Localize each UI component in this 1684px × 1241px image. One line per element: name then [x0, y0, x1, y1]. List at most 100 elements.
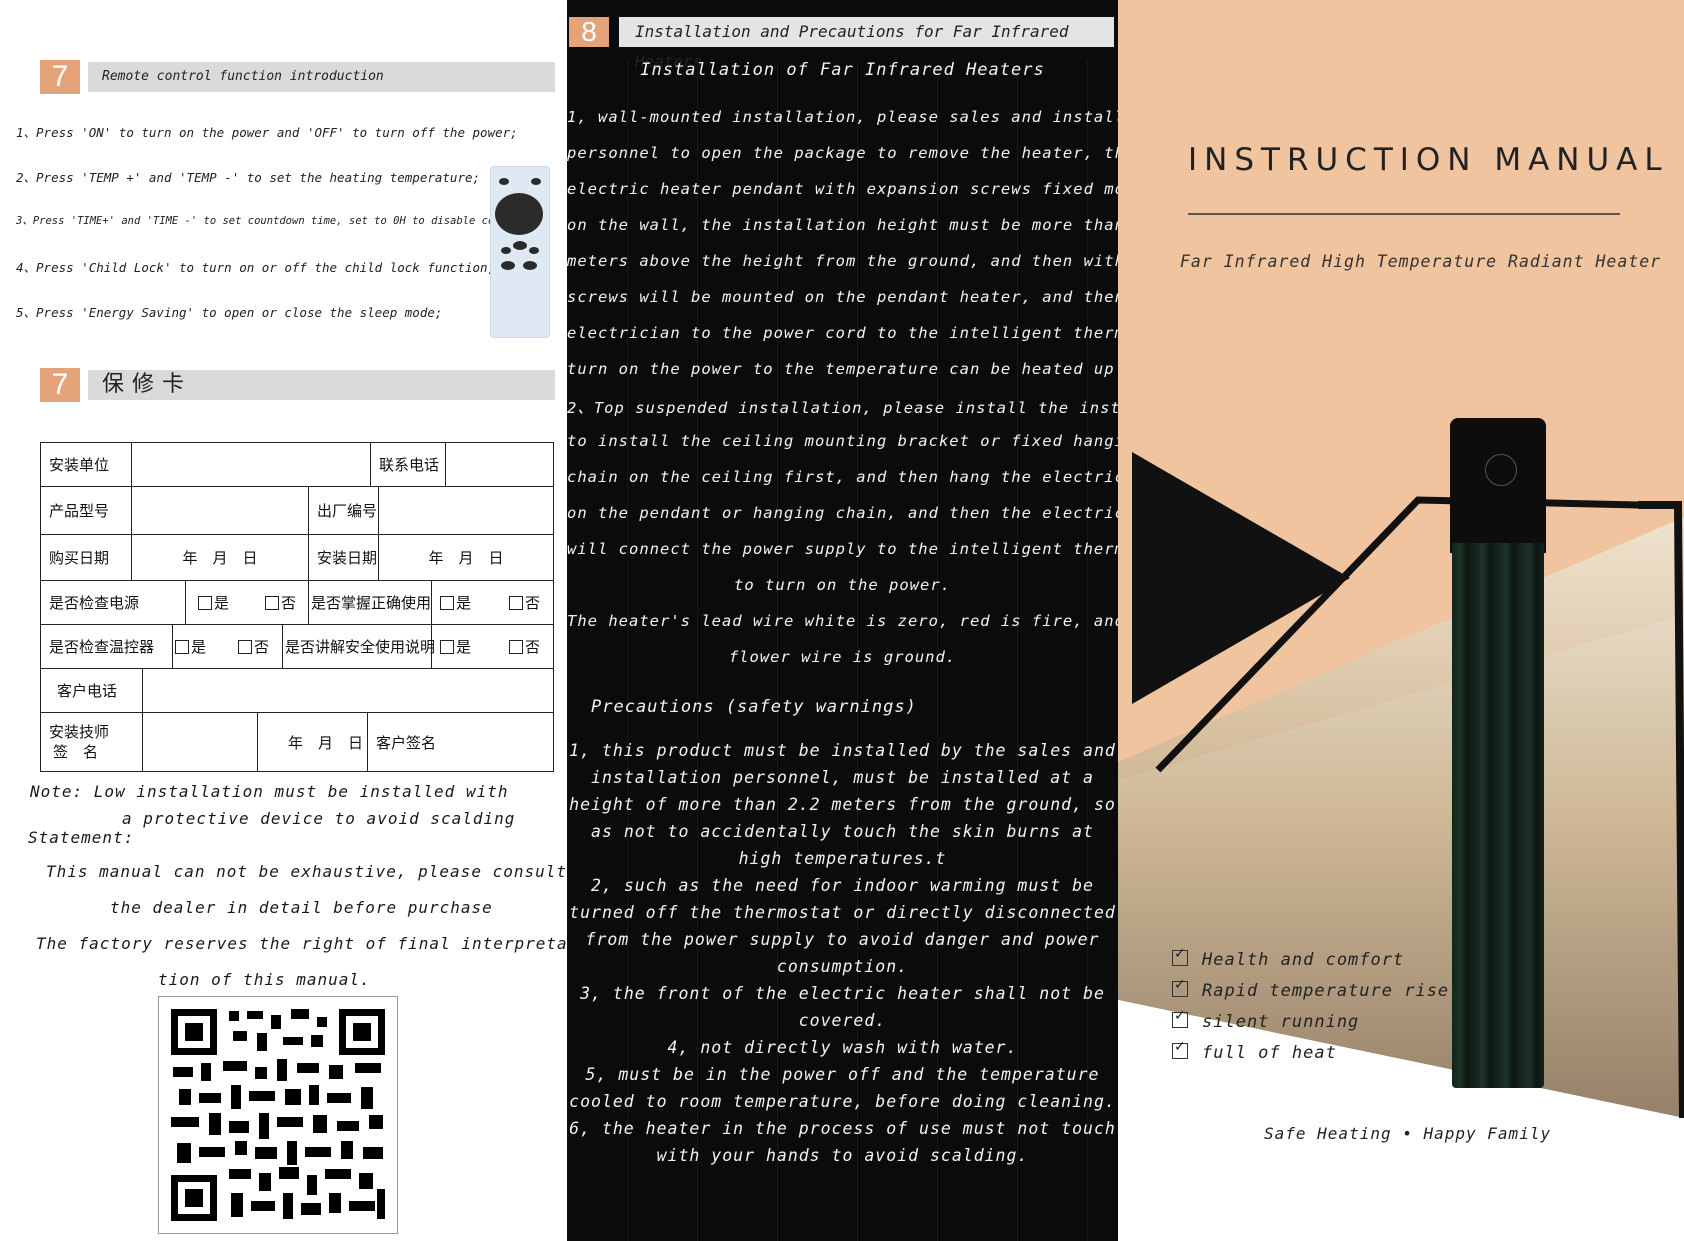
checkbox-checked-icon: [1172, 946, 1188, 966]
no-label: 否: [254, 638, 270, 656]
remote-item-2: 2、Press 'TEMP +' and 'TEMP -' to set the…: [16, 170, 481, 185]
text-line: electric heater pendant with expansion s…: [567, 180, 1118, 198]
right-panel: INSTRUCTION MANUAL Far Infrared High Tem…: [1118, 0, 1684, 1241]
table-row: 是否检查电源 是 否 是否掌握正确使用 是 否: [41, 581, 553, 625]
manual-subtitle: Far Infrared High Temperature Radiant He…: [1180, 252, 1662, 271]
remote-time-button: [501, 247, 511, 254]
technician-sign-value[interactable]: [143, 713, 258, 771]
check-power-options: 是 否: [186, 581, 309, 624]
technician-sign-label-2: 签 名: [53, 743, 99, 761]
no-checkbox[interactable]: [509, 639, 524, 654]
note-line-1: Note: Low installation must be installed…: [30, 782, 509, 801]
install-unit-label: 安装单位: [41, 443, 132, 486]
check-power-label: 是否检查电源: [41, 581, 186, 624]
text-line: 6, the heater in the process of use must…: [569, 1119, 1116, 1138]
yes-checkbox[interactable]: [440, 595, 454, 610]
remote-off-button: [531, 178, 541, 185]
customer-phone-label: 客户电话: [41, 669, 143, 712]
sign-date[interactable]: 年 月 日: [258, 713, 368, 771]
feature-item: Health and comfort: [1172, 946, 1405, 970]
warranty-section-title: 保修卡: [102, 372, 193, 397]
feature-item: Rapid temperature rise: [1172, 977, 1450, 1001]
yes-checkbox[interactable]: [175, 639, 189, 654]
text-line: electrician to the power cord to the int…: [567, 324, 1118, 342]
remote-item-4: 4、Press 'Child Lock' to turn on or off t…: [16, 260, 496, 275]
text-line: on the pendant or hanging chain, and the…: [567, 504, 1118, 522]
remote-section-bar: Remote control function introduction: [88, 62, 555, 92]
text-line: 4, not directly wash with water.: [667, 1038, 1018, 1057]
master-use-label: 是否掌握正确使用: [309, 581, 432, 624]
product-model-value[interactable]: [132, 487, 309, 534]
statement-label: Statement:: [28, 828, 135, 847]
table-row: 安装技师 签 名 年 月 日 客户签名: [41, 713, 553, 771]
checkbox-checked-icon: [1172, 1008, 1188, 1028]
remote-item-5: 5、Press 'Energy Saving' to open or close…: [16, 305, 443, 320]
remote-control-image: [490, 166, 550, 338]
feature-item: full of heat: [1172, 1039, 1337, 1063]
text-line: 1, this product must be installed by the…: [569, 741, 1116, 760]
contact-phone-value[interactable]: [446, 443, 553, 486]
qr-code-graphic: [171, 1009, 385, 1221]
statement-line-4: tion of this manual.: [158, 970, 371, 989]
text-line: turned off the thermostat or directly di…: [569, 903, 1116, 922]
text-line: meters above the height from the ground,…: [567, 252, 1118, 270]
warranty-section-header: 7 保修卡: [40, 368, 555, 402]
statement-line-2: the dealer in detail before purchase: [110, 898, 493, 917]
warranty-section-number: 7: [40, 368, 80, 402]
table-row: 是否检查温控器 是 否 是否讲解安全使用说明 是 否: [41, 625, 553, 669]
remote-time-button-2: [529, 247, 539, 254]
contact-phone-label: 联系电话: [371, 443, 446, 486]
remote-item-1: 1、Press 'ON' to turn on the power and 'O…: [16, 125, 518, 140]
no-checkbox[interactable]: [238, 639, 253, 654]
install-title: Installation of Far Infrared Heaters: [640, 60, 1045, 80]
table-row: 购买日期 年 月 日 安装日期 年 月 日: [41, 535, 553, 581]
install-unit-value[interactable]: [132, 443, 371, 486]
table-row: 客户电话: [41, 669, 553, 713]
check-thermostat-options: 是 否: [173, 625, 283, 668]
qr-code: [158, 996, 398, 1234]
text-line: to install the ceiling mounting bracket …: [567, 432, 1118, 450]
text-line: consumption.: [776, 957, 909, 976]
remote-center-button: [513, 241, 527, 250]
left-panel: 7 Remote control function introduction 1…: [0, 0, 567, 1241]
remote-section-header: 7 Remote control function introduction: [40, 60, 555, 94]
feature-label: silent running: [1202, 1012, 1360, 1032]
purchase-date-value[interactable]: 年 月 日: [132, 535, 309, 580]
warranty-section-bar: 保修卡: [88, 370, 555, 400]
technician-sign-label: 安装技师 签 名: [41, 713, 143, 771]
install-date-value[interactable]: 年 月 日: [379, 535, 553, 580]
text-line: as not to accidentally touch the skin bu…: [591, 822, 1094, 841]
yes-label: 是: [191, 638, 207, 656]
text-line: screws will be mounted on the pendant he…: [567, 288, 1118, 306]
text-line: personnel to open the package to remove …: [567, 144, 1118, 162]
heater-product-image: [1450, 418, 1546, 1088]
feature-item: silent running: [1172, 1008, 1360, 1032]
text-line: will connect the power supply to the int…: [567, 540, 1118, 558]
technician-sign-label-1: 安装技师: [49, 723, 110, 741]
text-line: height of more than 2.2 meters from the …: [569, 795, 1116, 814]
manual-title: INSTRUCTION MANUAL: [1188, 142, 1669, 178]
product-model-label: 产品型号: [41, 487, 132, 534]
installation-section-number: 8: [569, 17, 609, 47]
remote-section-title: Remote control function introduction: [102, 69, 384, 84]
feature-label: Health and comfort: [1202, 950, 1405, 970]
serial-no-value[interactable]: [379, 487, 553, 534]
yes-label: 是: [214, 594, 230, 612]
yes-checkbox[interactable]: [198, 595, 212, 610]
no-checkbox[interactable]: [265, 595, 280, 610]
middle-panel: 8 Installation and Precautions for Far I…: [567, 0, 1118, 1241]
yes-checkbox[interactable]: [440, 639, 454, 654]
title-divider: [1188, 213, 1620, 215]
yes-label: 是: [456, 638, 472, 656]
feature-label: Rapid temperature rise: [1202, 981, 1450, 1001]
table-row: 安装单位 联系电话: [41, 443, 553, 487]
customer-phone-value[interactable]: [143, 669, 553, 712]
warranty-card-table: 安装单位 联系电话 产品型号 出厂编号 购买日期 年 月 日 安装日期 年 月 …: [40, 442, 554, 772]
text-line: covered.: [798, 1011, 887, 1030]
statement-line-1: This manual can not be exhaustive, pleas…: [46, 862, 567, 881]
explain-safety-options: 是 否: [432, 625, 553, 668]
text-line: 1, wall-mounted installation, please sal…: [567, 108, 1118, 126]
statement-line-3: The factory reserves the right of final …: [36, 934, 567, 953]
text-line: on the wall, the installation height mus…: [567, 216, 1118, 234]
no-checkbox[interactable]: [509, 595, 524, 610]
